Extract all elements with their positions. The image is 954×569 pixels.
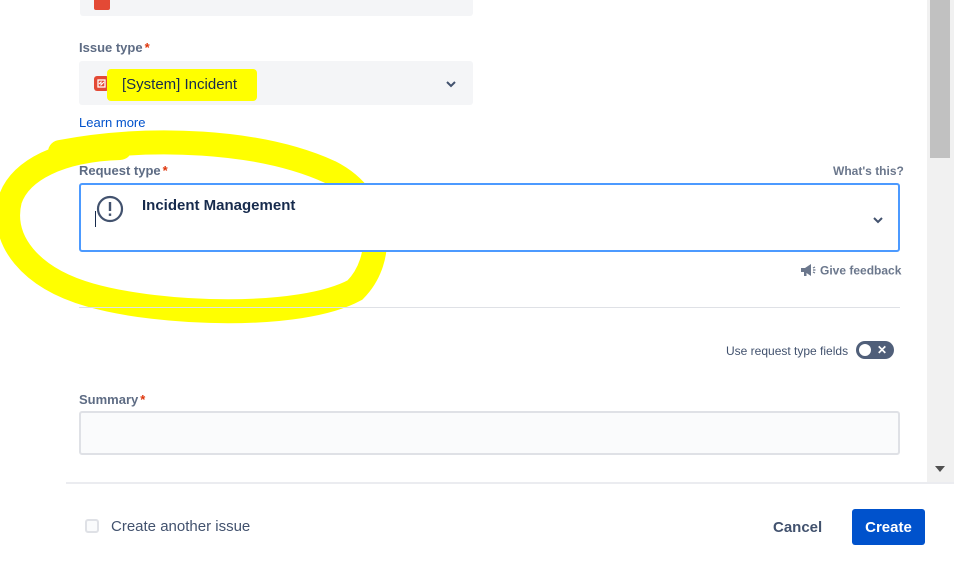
scroll-down-arrow-icon[interactable] — [935, 466, 945, 472]
whats-this-link[interactable]: What's this? — [833, 164, 904, 178]
request-type-value: Incident Management — [142, 197, 296, 214]
project-select[interactable] — [80, 0, 473, 16]
summary-input[interactable] — [79, 411, 900, 455]
scrollbar-thumb[interactable] — [930, 0, 950, 158]
use-request-type-fields-toggle[interactable]: ✕ — [856, 341, 894, 359]
exclamation-circle-icon — [96, 195, 124, 228]
scrollbar[interactable] — [927, 0, 954, 482]
text-cursor — [95, 211, 96, 227]
give-feedback-button[interactable]: Give feedback — [800, 263, 901, 280]
cancel-button[interactable]: Cancel — [773, 519, 822, 536]
close-icon: ✕ — [877, 343, 888, 357]
issue-type-select[interactable]: [System] Incident — [79, 61, 473, 105]
create-button-label: Create — [865, 518, 912, 536]
toggle-knob — [859, 344, 871, 356]
chevron-down-icon — [445, 77, 457, 95]
create-another-label: Create another issue — [111, 518, 251, 535]
divider — [79, 307, 900, 308]
summary-label: Summary * — [79, 392, 146, 407]
project-icon — [94, 0, 110, 10]
request-type-label: Request type * — [79, 163, 168, 178]
use-request-type-fields-label: Use request type fields — [726, 344, 849, 358]
chevron-down-icon — [872, 213, 884, 231]
learn-more-link[interactable]: Learn more — [79, 115, 145, 130]
footer-divider — [66, 482, 954, 484]
issue-type-value: [System] Incident — [122, 76, 238, 93]
issue-type-label: Issue type * — [79, 40, 150, 55]
request-type-select[interactable]: Incident Management — [79, 183, 900, 252]
megaphone-icon — [800, 263, 816, 280]
create-button[interactable]: Create — [852, 509, 925, 545]
create-another-checkbox[interactable] — [85, 519, 99, 533]
